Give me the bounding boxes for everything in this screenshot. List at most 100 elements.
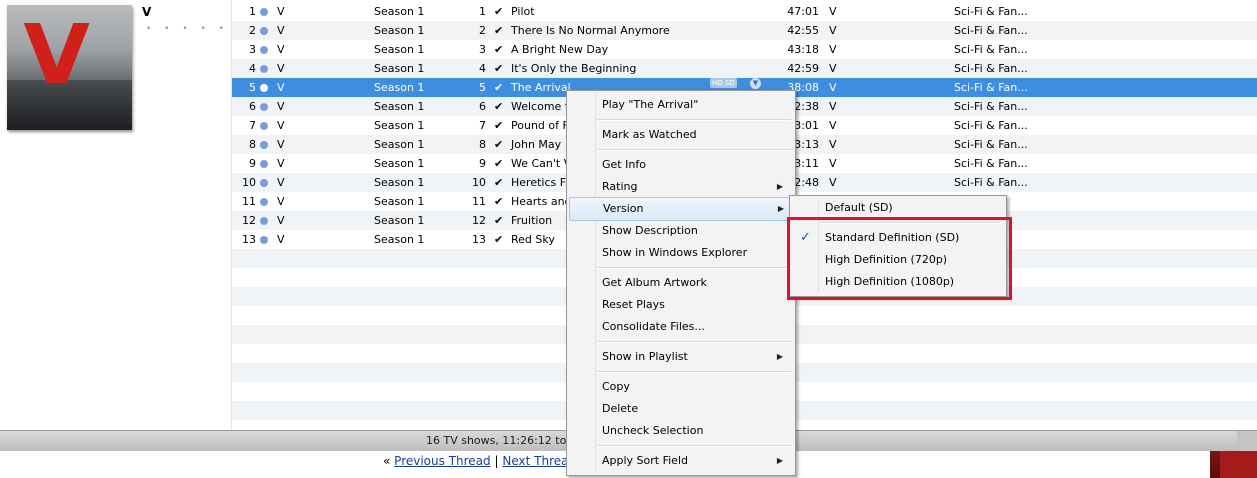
unwatched-dot-icon — [260, 160, 268, 168]
episode-name: Fruition — [511, 214, 553, 227]
menu-item-copy[interactable]: Copy — [569, 376, 793, 398]
version-default[interactable]: Default (SD) — [792, 197, 1002, 219]
season: Season 1 — [374, 43, 425, 56]
row-number: 13 — [242, 233, 256, 246]
table-row[interactable]: 1 V Season 1 1 ✔ Pilot 47:01 V Sci-Fi & Fan... — [232, 2, 1257, 21]
menu-item-mark-watched[interactable]: Mark as Watched — [569, 124, 793, 146]
episode-checkbox[interactable]: ✔ — [494, 2, 503, 21]
status-summary: 16 TV shows, 11:26:12 total — [426, 434, 581, 447]
show-name: V — [277, 62, 285, 75]
menu-label: Show in Windows Explorer — [602, 246, 748, 259]
submenu-arrow-icon: ▶ — [776, 182, 783, 191]
unwatched-dot-icon — [260, 217, 268, 225]
menu-item-rating[interactable]: Rating ▶ — [569, 176, 793, 198]
genre: Sci-Fi & Fan... — [954, 138, 1028, 151]
album-rating-stars[interactable]: • • • • • — [146, 24, 229, 34]
episode-checkbox[interactable]: ✔ — [494, 211, 503, 230]
show-name: V — [277, 195, 285, 208]
episode-checkbox[interactable]: ✔ — [494, 154, 503, 173]
menu-item-show-in-explorer[interactable]: Show in Windows Explorer — [569, 242, 793, 264]
unwatched-dot-icon — [260, 141, 268, 149]
show-name: V — [277, 176, 285, 189]
menu-item-show-description[interactable]: Show Description — [569, 220, 793, 242]
menu-label: Play "The Arrival" — [602, 98, 699, 111]
artwork-logo: V — [23, 8, 91, 103]
row-number: 10 — [242, 176, 256, 189]
artist: V — [829, 100, 837, 113]
artist: V — [829, 62, 837, 75]
episode-checkbox[interactable]: ✔ — [494, 21, 503, 40]
episode-checkbox[interactable]: ✔ — [494, 192, 503, 211]
page-side-banner — [1210, 451, 1257, 478]
menu-label: Reset Plays — [602, 298, 665, 311]
menu-item-get-artwork[interactable]: Get Album Artwork — [569, 272, 793, 294]
episode-checkbox[interactable]: ✔ — [494, 40, 503, 59]
unwatched-dot-icon — [260, 103, 268, 111]
menu-label: Mark as Watched — [602, 128, 697, 141]
episode-checkbox[interactable]: ✔ — [494, 173, 503, 192]
genre: Sci-Fi & Fan... — [954, 119, 1028, 132]
artist: V — [829, 5, 837, 18]
show-name: V — [277, 24, 285, 37]
season: Season 1 — [374, 100, 425, 113]
menu-item-play[interactable]: Play "The Arrival" — [569, 94, 793, 116]
episode-number: 8 — [479, 138, 486, 151]
row-number: 11 — [242, 195, 256, 208]
unwatched-dot-icon — [260, 27, 268, 35]
episode-time: 43:18 — [787, 43, 819, 56]
episode-checkbox[interactable]: ✔ — [494, 59, 503, 78]
hd-sd-badge: HD SD — [710, 78, 737, 88]
row-number: 1 — [249, 5, 256, 18]
season: Season 1 — [374, 214, 425, 227]
menu-item-delete[interactable]: Delete — [569, 398, 793, 420]
season: Season 1 — [374, 62, 425, 75]
menu-item-uncheck[interactable]: Uncheck Selection — [569, 420, 793, 442]
episode-name: There Is No Normal Anymore — [511, 24, 670, 37]
menu-item-show-in-playlist[interactable]: Show in Playlist ▶ — [569, 346, 793, 368]
next-thread-link[interactable]: Next Threa — [502, 454, 568, 468]
show-name: V — [277, 138, 285, 151]
album-artwork[interactable]: V — [7, 5, 132, 130]
episode-time: 42:55 — [787, 24, 819, 37]
table-row[interactable]: 3 V Season 1 3 ✔ A Bright New Day 43:18 V Sci-Fi… — [232, 40, 1257, 59]
episode-number: 4 — [479, 62, 486, 75]
menu-item-get-info[interactable]: Get Info — [569, 154, 793, 176]
genre: Sci-Fi & Fan... — [954, 5, 1028, 18]
episode-name: The Arrival — [511, 81, 571, 94]
genre: Sci-Fi & Fan... — [954, 24, 1028, 37]
episode-number: 3 — [479, 43, 486, 56]
table-row[interactable]: 2 V Season 1 2 ✔ There Is No Normal Anymore 42… — [232, 21, 1257, 40]
episode-number: 7 — [479, 119, 486, 132]
menu-label: Copy — [602, 380, 630, 393]
menu-label: Apply Sort Field — [602, 454, 688, 467]
row-number: 5 — [249, 81, 256, 94]
episode-time: 47:01 — [787, 5, 819, 18]
show-name: V — [277, 214, 285, 227]
menu-label: Rating — [602, 180, 638, 193]
genre: Sci-Fi & Fan... — [954, 157, 1028, 170]
menu-item-apply-sort[interactable]: Apply Sort Field ▶ — [569, 450, 793, 472]
menu-label: Show Description — [602, 224, 698, 237]
table-row[interactable]: 4 V Season 1 4 ✔ It's Only the Beginning 42:59… — [232, 59, 1257, 78]
scroll-corner — [1237, 431, 1257, 451]
episode-number: 13 — [472, 233, 486, 246]
episode-checkbox[interactable]: ✔ — [494, 97, 503, 116]
episode-checkbox[interactable]: ✔ — [494, 78, 503, 97]
episode-checkbox[interactable]: ✔ — [494, 230, 503, 249]
menu-label: Consolidate Files... — [602, 320, 705, 333]
row-number: 7 — [249, 119, 256, 132]
season: Season 1 — [374, 24, 425, 37]
menu-item-reset-plays[interactable]: Reset Plays — [569, 294, 793, 316]
episode-number: 2 — [479, 24, 486, 37]
unwatched-dot-icon — [260, 236, 268, 244]
episode-checkbox[interactable]: ✔ — [494, 116, 503, 135]
menu-item-consolidate[interactable]: Consolidate Files... — [569, 316, 793, 338]
row-arrow-icon[interactable]: ▼ — [750, 78, 761, 89]
season: Season 1 — [374, 195, 425, 208]
genre: Sci-Fi & Fan... — [954, 62, 1028, 75]
previous-thread-link[interactable]: Previous Thread — [394, 454, 491, 468]
episode-checkbox[interactable]: ✔ — [494, 135, 503, 154]
episode-number: 5 — [479, 81, 486, 94]
menu-item-version[interactable]: Version ▶ — [569, 197, 795, 221]
thread-nav: « Previous Thread | Next Threa — [383, 454, 569, 468]
